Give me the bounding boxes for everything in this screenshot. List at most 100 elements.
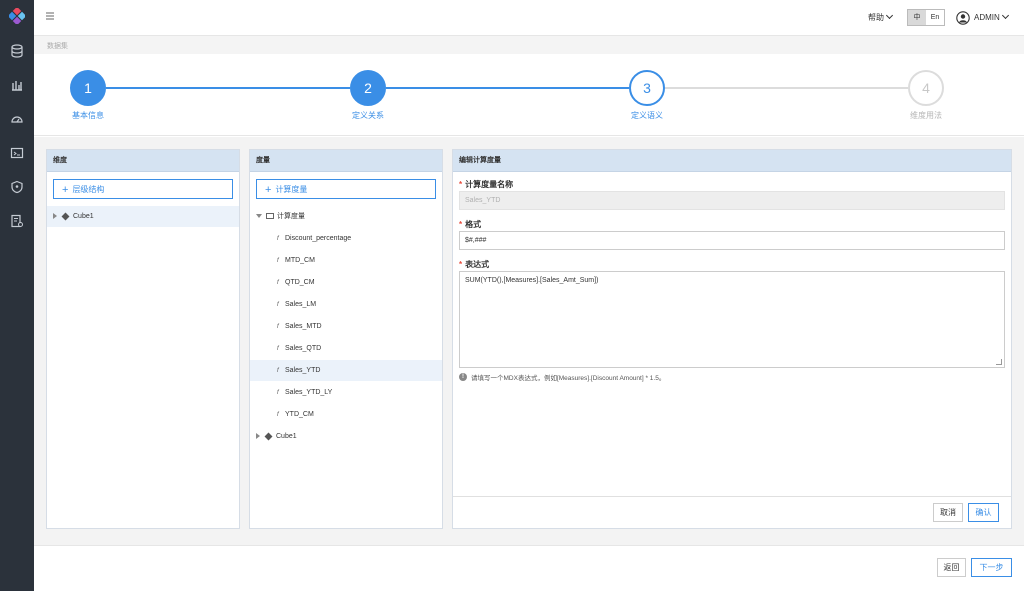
tree-node-cube1[interactable]: Cube1	[47, 206, 239, 227]
function-icon: f	[277, 302, 279, 308]
measure-item-selected[interactable]: f Sales_YTD	[250, 360, 442, 381]
add-calculated-measure-label: 计算度量	[275, 185, 308, 194]
format-label: * 格式	[459, 219, 481, 230]
help-menu[interactable]: 帮助	[868, 11, 894, 23]
breadcrumb: 数据集	[34, 36, 1024, 54]
lang-en-button[interactable]: En	[926, 10, 944, 25]
function-icon: f	[277, 236, 279, 242]
sql-query-icon[interactable]	[10, 146, 24, 160]
measure-item[interactable]: f Sales_LM	[250, 294, 442, 315]
left-sidebar	[0, 0, 34, 591]
step-connector	[665, 87, 908, 89]
measure-item[interactable]: f Sales_QTD	[250, 338, 442, 359]
step-connector	[386, 87, 629, 89]
measure-name-label: * 计算度量名称	[459, 179, 513, 190]
next-step-button[interactable]: 下一步	[971, 558, 1012, 577]
measure-name-label-text: 计算度量名称	[465, 180, 514, 189]
cube-icon	[264, 432, 273, 441]
step-1-label: 基本信息	[72, 111, 104, 120]
tree-node-label: Cube1	[73, 213, 94, 220]
measure-item[interactable]: f Sales_YTD_LY	[250, 382, 442, 403]
function-icon: f	[277, 258, 279, 264]
measure-item-label: Sales_YTD_LY	[285, 389, 333, 396]
tree-node-label: Cube1	[276, 433, 297, 440]
measure-item[interactable]: f YTD_CM	[250, 404, 442, 425]
format-field[interactable]: $#,###	[459, 231, 1005, 250]
tree-group-label: 计算度量	[277, 213, 305, 220]
expression-hint: ! 请填写一个MDX表达式，例如[Measures].[Discount Amou…	[459, 372, 665, 382]
resize-handle[interactable]	[996, 359, 1002, 365]
expression-label: * 表达式	[459, 259, 489, 270]
measure-item-label: MTD_CM	[285, 257, 315, 264]
back-button[interactable]: 返回	[937, 558, 966, 577]
app-logo-icon[interactable]	[9, 8, 25, 24]
measure-item[interactable]: f QTD_CM	[250, 272, 442, 293]
language-switch: 中 En	[907, 9, 945, 26]
confirm-button[interactable]: 确认	[968, 503, 999, 522]
collapse-caret-icon[interactable]	[256, 214, 262, 219]
folder-icon	[266, 213, 274, 220]
add-calculated-measure-button[interactable]: + 计算度量	[256, 179, 436, 199]
shield-icon[interactable]	[10, 180, 24, 194]
plus-icon: +	[265, 184, 272, 196]
step-3-circle[interactable]: 3	[629, 70, 665, 106]
step-2-label: 定义关系	[352, 111, 384, 120]
measure-panel: 度量 + 计算度量 计算度量 f Discount_percentage f MTD_…	[249, 149, 443, 529]
user-avatar-icon	[956, 10, 970, 25]
measure-item[interactable]: f MTD_CM	[250, 250, 442, 271]
user-name: ADMIN	[974, 13, 1000, 22]
step-4-circle[interactable]: 4	[908, 70, 944, 106]
measure-item[interactable]: f Sales_MTD	[250, 316, 442, 337]
dashboard-gauge-icon[interactable]	[10, 112, 24, 126]
expression-text: SUM(YTD(),[Measures].[Sales_Amt_Sum])	[465, 277, 599, 284]
top-bar: 帮助 中 En ADMIN	[34, 0, 1024, 36]
help-label: 帮助	[868, 13, 884, 22]
bar-chart-icon[interactable]	[10, 78, 24, 92]
measure-item-label: Discount_percentage	[285, 235, 352, 242]
edit-panel-title: 编辑计算度量	[453, 150, 1011, 172]
step-4-label: 维度用法	[910, 111, 942, 120]
dimension-panel: 维度 + 层级结构 Cube1	[46, 149, 240, 529]
expand-caret-icon[interactable]	[53, 213, 57, 220]
measure-item-label: QTD_CM	[285, 279, 315, 286]
measure-item-label: Sales_YTD	[285, 367, 321, 374]
breadcrumb-item[interactable]: 数据集	[47, 41, 68, 51]
chevron-down-icon	[1001, 11, 1009, 20]
expression-textarea[interactable]: SUM(YTD(),[Measures].[Sales_Amt_Sum])	[459, 271, 1005, 368]
function-icon: f	[277, 412, 279, 418]
info-icon: !	[459, 373, 467, 381]
chevron-down-icon	[885, 11, 894, 20]
measure-item-label: Sales_QTD	[285, 345, 322, 352]
measure-item-label: Sales_MTD	[285, 323, 322, 330]
plus-icon: +	[62, 184, 69, 196]
step-1-circle[interactable]: 1	[70, 70, 106, 106]
function-icon: f	[277, 280, 279, 286]
measure-name-field: Sales_YTD	[459, 191, 1005, 210]
add-hierarchy-button[interactable]: + 层级结构	[53, 179, 233, 199]
expression-hint-text: 请填写一个MDX表达式，例如[Measures].[Discount Amoun…	[471, 375, 666, 382]
function-icon: f	[277, 368, 279, 374]
cancel-button[interactable]: 取消	[933, 503, 963, 522]
tree-node-cube1[interactable]: Cube1	[250, 426, 442, 447]
lang-zh-button[interactable]: 中	[908, 10, 926, 25]
measure-item-label: Sales_LM	[285, 301, 317, 308]
menu-toggle-icon[interactable]	[45, 11, 55, 21]
database-icon[interactable]	[10, 44, 24, 58]
step-3-label: 定义语义	[631, 111, 663, 120]
measure-panel-title: 度量	[250, 150, 442, 172]
expand-caret-icon[interactable]	[256, 433, 260, 440]
measure-item[interactable]: f Discount_percentage	[250, 228, 442, 249]
required-marker: *	[459, 180, 463, 189]
function-icon: f	[277, 346, 279, 352]
required-marker: *	[459, 260, 463, 269]
user-menu[interactable]: ADMIN	[956, 9, 1009, 26]
cube-icon	[61, 212, 70, 221]
format-label-text: 格式	[465, 220, 482, 229]
step-connector	[106, 87, 350, 89]
report-settings-icon[interactable]	[10, 214, 24, 228]
wizard-steps: 1 基本信息 2 定义关系 3 定义语义 4 维度用法	[34, 54, 1024, 136]
add-hierarchy-label: 层级结构	[72, 185, 105, 194]
bottom-action-bar: 返回 下一步	[34, 545, 1024, 591]
step-2-circle[interactable]: 2	[350, 70, 386, 106]
tree-node-calculated-measures[interactable]: 计算度量	[250, 206, 442, 227]
